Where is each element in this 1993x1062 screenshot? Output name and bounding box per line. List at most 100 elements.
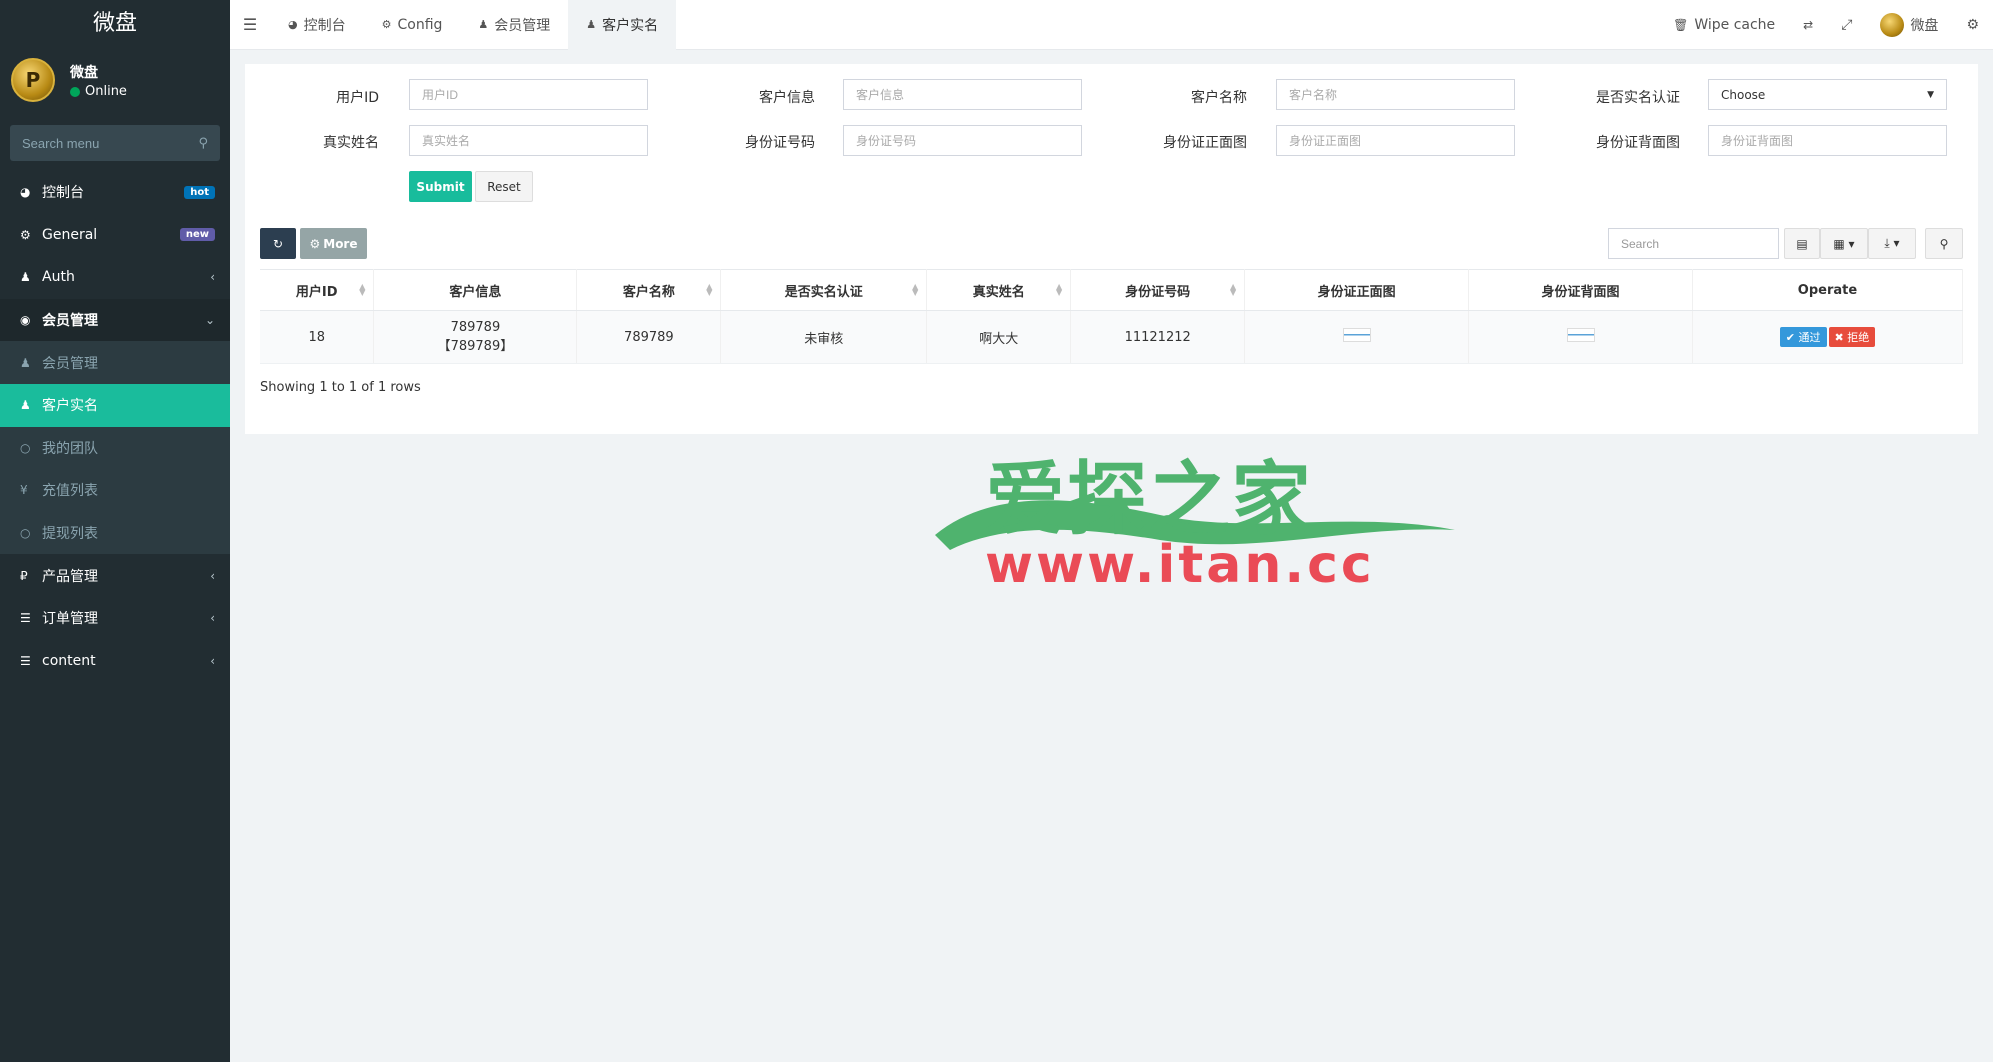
id-back-thumbnail[interactable] (1566, 328, 1595, 342)
table-search-input[interactable] (1608, 228, 1779, 259)
user-icon: ♟ (20, 355, 31, 370)
watermark-url-text: www.itan.cc (985, 535, 1375, 595)
th-customer-name[interactable]: 客户名称 ▲ ▼ (576, 269, 722, 311)
chevron-left-icon: ‹ (210, 611, 215, 626)
reject-label: 拒绝 (1847, 331, 1870, 344)
tab-label: 会员管理 (494, 17, 551, 34)
th-operate: Operate (1692, 269, 1963, 311)
menu-toggle-icon[interactable]: ☰ (230, 0, 270, 50)
sidebar-subitem-recharge-list[interactable]: ¥ 充值列表 (0, 469, 230, 512)
search-icon[interactable]: ⚲ (198, 136, 208, 151)
sidebar-item-dashboard[interactable]: ◕ 控制台 hot (0, 171, 230, 214)
wipe-cache-button[interactable]: 🗑 Wipe cache (1659, 0, 1789, 50)
sidebar-item-product-management[interactable]: ₽ 产品管理 ‹ (0, 554, 230, 597)
sidebar-item-label: 提现列表 (42, 526, 98, 543)
sidebar-item-label: 产品管理 (42, 568, 98, 585)
columns-icon: ▦ ▾ (1833, 236, 1855, 251)
reject-button[interactable]: ✖ 拒绝 (1828, 327, 1876, 347)
chevron-left-icon: ‹ (210, 270, 215, 285)
tab-member-management[interactable]: ♟ 会员管理 (460, 0, 568, 50)
user-name-label: 微盘 (1910, 18, 1939, 34)
settings-icon[interactable]: ⚙ (1952, 0, 1993, 50)
sidebar-item-auth[interactable]: ♟ Auth ‹ (0, 256, 230, 299)
ruble-icon: ₽ (20, 568, 28, 583)
tab-dashboard[interactable]: ◕ 控制台 (270, 0, 364, 50)
sidebar-search: ⚲ (10, 125, 220, 161)
header-label: 身份证号码 (1125, 284, 1191, 300)
chevron-left-icon: ‹ (210, 653, 215, 668)
sidebar-item-member-management[interactable]: ◉ 会员管理 ⌄ (0, 298, 230, 342)
main-panel: 用户ID 客户信息 客户名称 是否实名认证 Choose ▼ 真实姓名 身份证号… (245, 64, 1978, 434)
brand-logo[interactable]: 微盘 (0, 0, 230, 50)
sidebar-item-content[interactable]: ☰ content ‹ (0, 640, 230, 683)
reset-button[interactable]: Reset (475, 171, 533, 202)
verified-select[interactable]: Choose ▼ (1708, 79, 1947, 110)
user-icon: ♟ (586, 18, 597, 31)
customer-name-input[interactable] (1276, 79, 1515, 110)
user-status: Online (70, 84, 127, 99)
table-header-row: 用户ID ▲ ▼ 客户信息 客户名称 ▲ ▼ 是否实名认证 ▲ ▼ 真实姓名 ▲ ▼ 身份证号码… (260, 269, 1963, 311)
cell-operate: ✔ 通过 ✖ 拒绝 (1692, 310, 1963, 364)
sidebar-subitem-customer-realname[interactable]: ♟ 客户实名 (0, 383, 230, 427)
toggle-view-button[interactable]: ▤ (1784, 228, 1820, 259)
user-panel: P 微盘 Online (0, 50, 230, 120)
sidebar-subitem-my-team[interactable]: ○ 我的团队 (0, 426, 230, 470)
header-label: 身份证背面图 (1541, 284, 1620, 300)
cell-customer-info: 789789 【789789】 (373, 310, 578, 364)
refresh-button[interactable]: ↻ (260, 228, 296, 259)
advanced-search-button[interactable]: ⚲ (1925, 228, 1963, 259)
label-verified: 是否实名认证 (1596, 90, 1680, 106)
sidebar: 微盘 P 微盘 Online ⚲ ◕ 控制台 hot ⚙ General new… (0, 0, 230, 1062)
sidebar-search-input[interactable] (22, 135, 199, 151)
new-badge: new (179, 228, 215, 242)
sidebar-item-label: content (42, 652, 96, 669)
more-button[interactable]: ⚙ More (300, 228, 367, 259)
sort-icon: ▲ ▼ (1056, 282, 1063, 297)
info-line: 789789 (450, 320, 501, 335)
header-label: 是否实名认证 (784, 284, 863, 300)
close-icon: ✖ (1834, 331, 1844, 344)
table-row: 18 789789 【789789】 789789 未审核 啊大大 111212… (260, 310, 1963, 364)
header-label: 客户信息 (449, 284, 502, 300)
language-icon[interactable]: ⇄ (1789, 0, 1827, 50)
th-user-id[interactable]: 用户ID ▲ ▼ (260, 269, 375, 311)
user-name: 微盘 (70, 65, 98, 81)
approve-button[interactable]: ✔ 通过 (1779, 327, 1827, 347)
submit-button[interactable]: Submit (409, 171, 472, 202)
navbar-right: 🗑 Wipe cache ⇄ ⤢ 微盘 ⚙ (1659, 0, 1993, 50)
sidebar-item-label: Auth (42, 269, 75, 286)
user-icon: ♟ (478, 18, 489, 31)
sidebar-subitem-withdraw-list[interactable]: ○ 提现列表 (0, 511, 230, 555)
sidebar-item-order-management[interactable]: ☰ 订单管理 ‹ (0, 597, 230, 640)
cell-id-front (1244, 310, 1470, 364)
th-id-number[interactable]: 身份证号码 ▲ ▼ (1070, 269, 1246, 311)
export-button[interactable]: ⤓ ▾ (1868, 228, 1916, 259)
refresh-icon: ↻ (272, 236, 284, 251)
sidebar-subitem-member-management[interactable]: ♟ 会员管理 (0, 341, 230, 384)
sidebar-item-general[interactable]: ⚙ General new (0, 214, 230, 257)
cell-verified: 未审核 (720, 310, 928, 364)
th-verified[interactable]: 是否实名认证 ▲ ▼ (720, 269, 928, 311)
tab-config[interactable]: ⚙ Config (364, 0, 461, 50)
id-front-thumbnail[interactable] (1342, 328, 1371, 342)
columns-button[interactable]: ▦ ▾ (1820, 228, 1868, 259)
trash-icon: 🗑 (1673, 18, 1689, 32)
tab-customer-realname[interactable]: ♟ 客户实名 (568, 0, 677, 50)
sidebar-item-label: 会员管理 (42, 355, 98, 372)
real-name-input[interactable] (409, 125, 648, 156)
th-real-name[interactable]: 真实姓名 ▲ ▼ (926, 269, 1072, 311)
fullscreen-icon[interactable]: ⤢ (1827, 0, 1866, 50)
customer-info-input[interactable] (843, 79, 1082, 110)
id-front-input[interactable] (1276, 125, 1515, 156)
th-id-back: 身份证背面图 (1468, 269, 1693, 311)
label-id-back: 身份证背面图 (1596, 135, 1680, 151)
gear-icon: ⚙ (381, 18, 392, 31)
user-id-input[interactable] (409, 79, 648, 110)
header-label: 用户ID (295, 284, 338, 300)
circle-icon: ○ (20, 440, 31, 455)
id-back-input[interactable] (1708, 125, 1947, 156)
user-menu[interactable]: 微盘 (1866, 0, 1952, 50)
id-number-input[interactable] (843, 125, 1082, 156)
sidebar-item-label: 控制台 (42, 185, 84, 202)
sort-icon: ▲ ▼ (1230, 282, 1237, 297)
